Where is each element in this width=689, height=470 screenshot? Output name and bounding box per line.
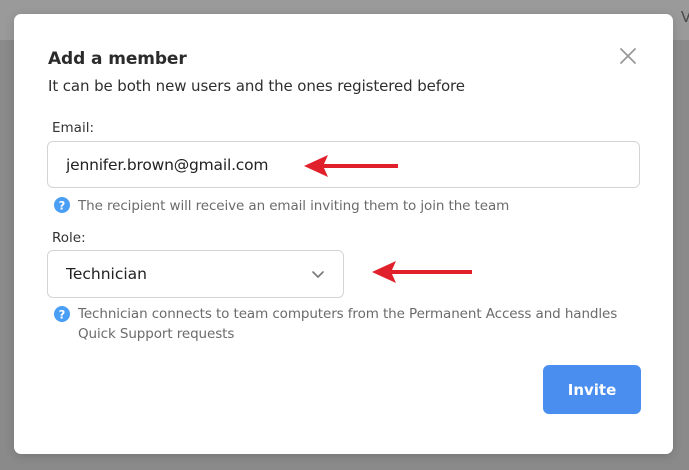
chevron-down-icon (312, 271, 324, 278)
annotation-arrow-icon (304, 155, 398, 177)
background-text: Vi (680, 8, 689, 26)
svg-text:?: ? (59, 198, 66, 212)
annotation-arrow-icon (372, 261, 472, 283)
help-icon: ? (54, 306, 70, 322)
dialog-title: Add a member (48, 49, 187, 69)
close-icon (620, 48, 636, 64)
email-label: Email: (52, 120, 95, 136)
close-button[interactable] (617, 45, 639, 67)
help-icon: ? (54, 197, 70, 213)
add-member-dialog: Add a member It can be both new users an… (14, 14, 673, 454)
role-selected-value: Technician (66, 265, 147, 283)
email-hint: The recipient will receive an email invi… (78, 198, 510, 214)
dialog-subtitle: It can be both new users and the ones re… (48, 77, 465, 95)
invite-button[interactable]: Invite (543, 365, 641, 414)
role-hint: Technician connects to team computers fr… (78, 306, 618, 342)
role-label: Role: (52, 230, 86, 246)
svg-text:?: ? (59, 307, 66, 321)
role-select[interactable]: Technician (47, 250, 344, 298)
